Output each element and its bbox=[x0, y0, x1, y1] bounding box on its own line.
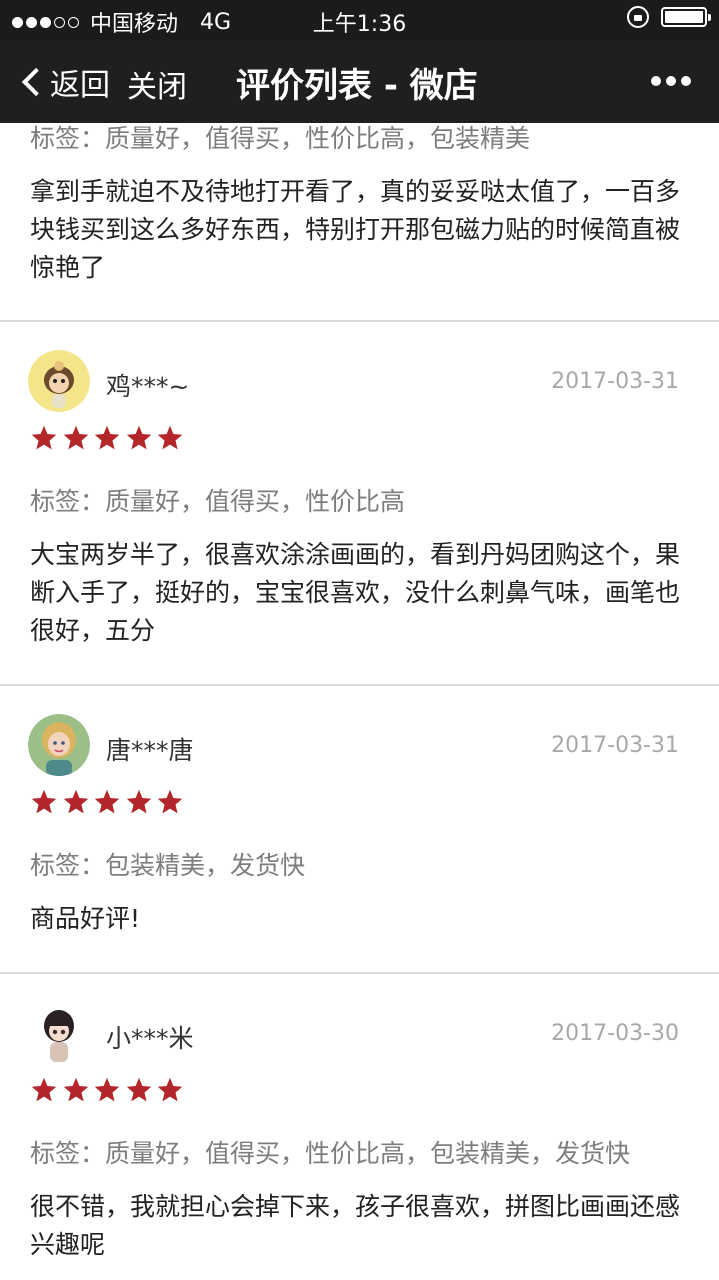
star-icon bbox=[126, 425, 152, 450]
star-icon bbox=[94, 789, 120, 814]
review-date: 2017-03-30 bbox=[551, 1021, 679, 1046]
review-item: 鸡***~ 2017-03-31 标签：质量好，值得买，性价比高 大宝两岁半了，… bbox=[0, 322, 719, 686]
status-time: 上午1:36 bbox=[312, 12, 407, 37]
review-item: 唐***唐 2017-03-31 标签：包装精美，发货快 商品好评! bbox=[0, 686, 719, 974]
avatar bbox=[28, 714, 90, 776]
review-date: 2017-03-31 bbox=[551, 369, 679, 394]
review-username: 唐***唐 bbox=[106, 736, 194, 765]
nav-bar: 返回 关闭 评价列表 - 微店 bbox=[0, 40, 719, 123]
back-label: 返回 bbox=[50, 68, 110, 103]
review-item: 小***米 2017-03-30 标签：质量好，值得买，性价比高，包装精美，发货… bbox=[0, 974, 719, 1280]
avatar bbox=[28, 350, 90, 412]
review-text: 拿到手就迫不及待地打开看了，真的妥妥哒太值了，一百多块钱买到这么多好东西，特别打… bbox=[30, 177, 681, 282]
star-icon bbox=[63, 1077, 88, 1102]
star-icon bbox=[94, 1077, 120, 1102]
star-icon bbox=[126, 1077, 152, 1102]
review-text: 大宝两岁半了，很喜欢涂涂画画的，看到丹妈团购这个，果断入手了，挺好的，宝宝很喜欢… bbox=[30, 540, 681, 645]
review-date: 2017-03-31 bbox=[551, 733, 679, 758]
page-title: 评价列表 - 微店 bbox=[236, 66, 478, 106]
review-tags: 标签：质量好，值得买，性价比高，包装精美，发货快 bbox=[30, 1139, 631, 1168]
close-button[interactable]: 关闭 bbox=[127, 62, 187, 106]
rating-stars bbox=[30, 424, 188, 452]
review-tags: 标签：质量好，值得买，性价比高，包装精美 bbox=[30, 124, 531, 153]
status-right bbox=[627, 6, 711, 28]
star-icon bbox=[63, 789, 88, 814]
review-item: 标签：质量好，值得买，性价比高，包装精美 拿到手就迫不及待地打开看了，真的妥妥哒… bbox=[0, 123, 719, 322]
avatar bbox=[28, 1002, 90, 1064]
star-icon bbox=[63, 425, 88, 450]
back-button[interactable]: 返回 bbox=[18, 60, 110, 104]
rating-stars bbox=[30, 788, 188, 816]
star-icon bbox=[158, 1077, 183, 1102]
review-tags: 标签：包装精美，发货快 bbox=[30, 851, 306, 880]
status-bar: 中国移动 4G 上午1:36 bbox=[0, 0, 719, 40]
star-icon bbox=[31, 1077, 57, 1102]
review-text: 很不错，我就担心会掉下来，孩子很喜欢，拼图比画画还感兴趣呢 bbox=[30, 1192, 681, 1259]
star-icon bbox=[31, 789, 57, 814]
battery-icon bbox=[661, 7, 711, 27]
review-tags: 标签：质量好，值得买，性价比高 bbox=[30, 487, 406, 516]
star-icon bbox=[31, 425, 57, 450]
rating-stars bbox=[30, 1076, 188, 1104]
rotation-lock-icon bbox=[627, 6, 649, 28]
star-icon bbox=[158, 425, 183, 450]
star-icon bbox=[94, 425, 120, 450]
review-username: 鸡***~ bbox=[106, 372, 190, 401]
chevron-left-icon bbox=[21, 67, 51, 97]
star-icon bbox=[158, 789, 183, 814]
more-icon[interactable] bbox=[646, 76, 691, 86]
review-text: 商品好评! bbox=[30, 904, 141, 933]
star-icon bbox=[126, 789, 152, 814]
review-username: 小***米 bbox=[106, 1024, 194, 1053]
